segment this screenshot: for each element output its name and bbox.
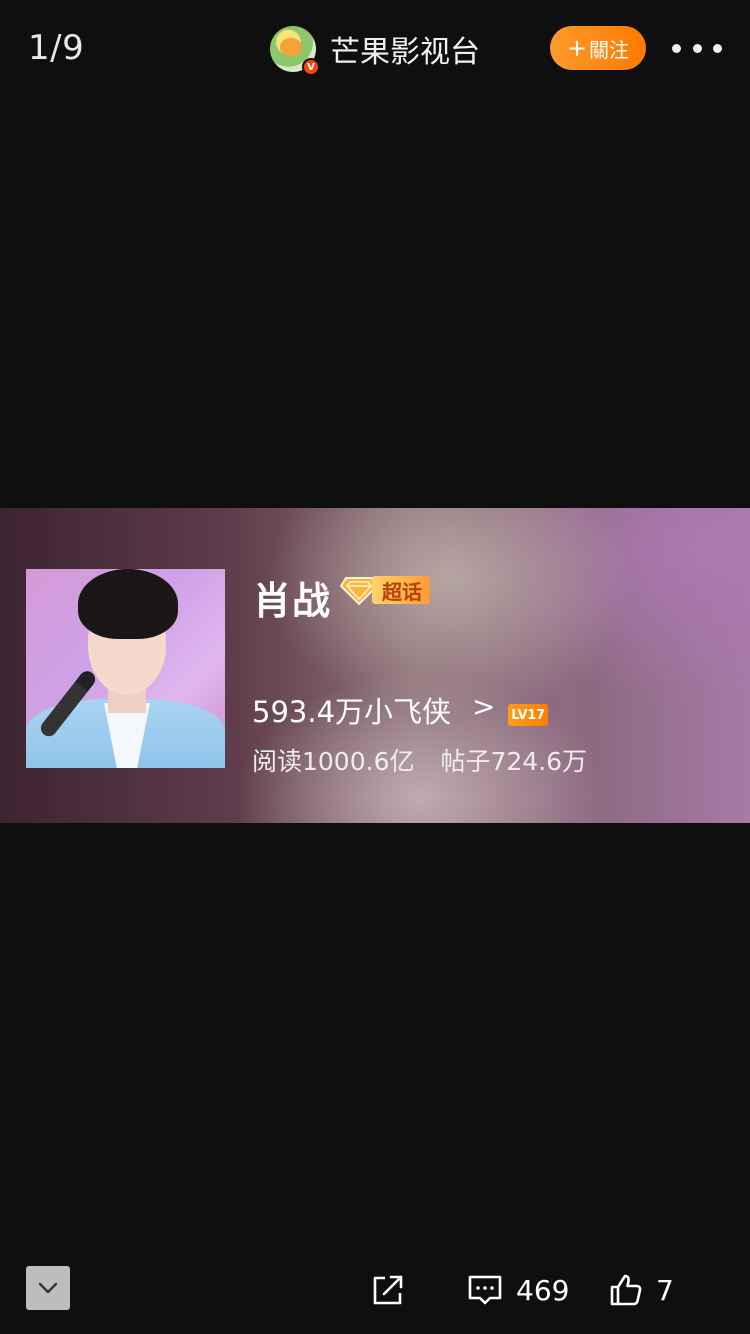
plus-icon: + bbox=[566, 34, 588, 62]
thumbs-up-icon bbox=[610, 1274, 642, 1306]
author-name[interactable]: 芒果影视台 bbox=[330, 27, 480, 71]
dot bbox=[672, 43, 681, 53]
collapse-button[interactable] bbox=[26, 1266, 70, 1310]
avatar-mascot bbox=[280, 38, 302, 56]
author-avatar[interactable]: V bbox=[270, 26, 320, 76]
dot bbox=[713, 43, 722, 53]
super-topic-label: 超话 bbox=[372, 576, 430, 604]
topic-stats: 阅读1000.6亿 帖子724.6万 bbox=[252, 742, 587, 778]
follow-button[interactable]: + 關注 bbox=[550, 26, 646, 70]
fans-count[interactable]: 593.4万小飞侠 bbox=[252, 689, 451, 731]
super-topic-card[interactable]: 肖战 超话 593.4万小飞侠 > LV17 阅读1000.6亿 帖子724.6万 bbox=[0, 508, 750, 823]
more-dots-icon[interactable] bbox=[672, 34, 722, 62]
share-button[interactable] bbox=[370, 1268, 406, 1312]
chevron-down-icon bbox=[38, 1282, 58, 1294]
read-count: 阅读1000.6亿 bbox=[252, 747, 415, 776]
share-icon bbox=[373, 1275, 403, 1305]
level-badge: LV17 bbox=[508, 704, 548, 726]
post-count: 帖子724.6万 bbox=[440, 747, 588, 776]
comment-count: 469 bbox=[516, 1273, 570, 1307]
photo-hair bbox=[78, 569, 178, 639]
super-topic-badge: 超话 bbox=[340, 574, 430, 606]
author-info[interactable]: V 芒果影视台 bbox=[270, 24, 480, 76]
like-button[interactable]: 7 bbox=[608, 1268, 674, 1312]
topic-cover-photo bbox=[26, 569, 225, 768]
chevron-right-icon[interactable]: > bbox=[472, 690, 495, 723]
follow-label: 關注 bbox=[589, 37, 630, 62]
comment-button[interactable]: 469 bbox=[466, 1268, 569, 1312]
top-bar: 1/9 V 芒果影视台 + 關注 bbox=[0, 0, 750, 100]
topic-name: 肖战 bbox=[253, 579, 332, 623]
like-count: 7 bbox=[656, 1273, 674, 1307]
dot bbox=[692, 43, 702, 53]
page-counter: 1/9 bbox=[28, 28, 85, 68]
verified-badge: V bbox=[302, 58, 320, 76]
comment-icon bbox=[468, 1275, 502, 1305]
